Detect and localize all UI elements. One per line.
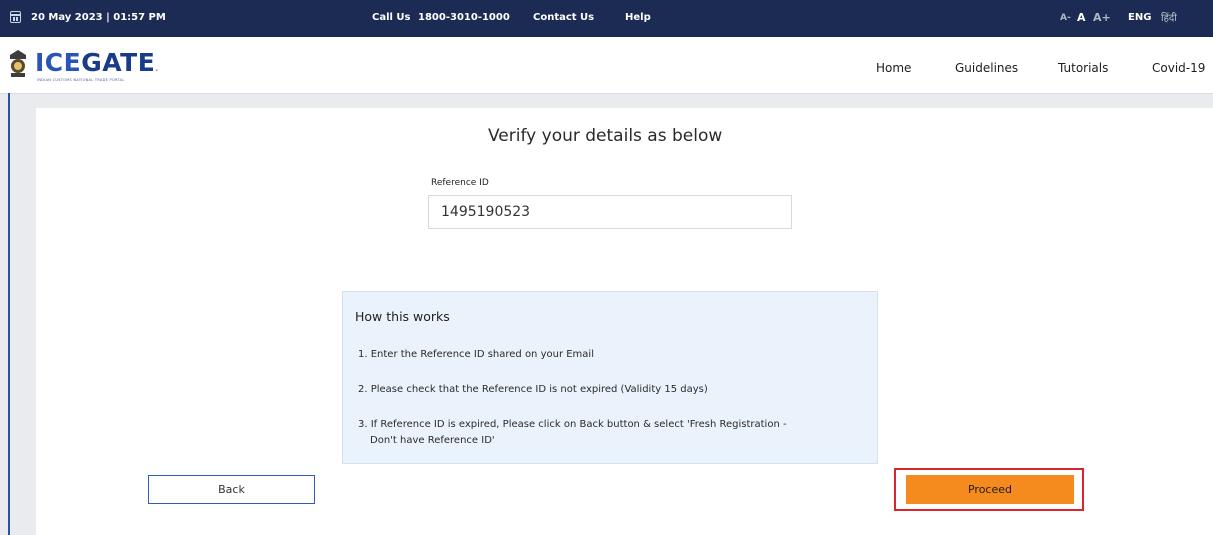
logo-gate-text: GATE [81, 48, 156, 77]
emblem-icon [10, 50, 26, 77]
site-header: ICEGATE. INDIAN CUSTOMS NATIONAL TRADE P… [0, 37, 1213, 94]
font-normal-button[interactable]: A [1077, 11, 1086, 24]
info-step-1: 1. Enter the Reference ID shared on your… [358, 349, 594, 360]
page-title: Verify your details as below [488, 126, 723, 146]
logo-ice-text: ICE [35, 48, 82, 77]
how-this-works-title: How this works [355, 309, 450, 324]
proceed-button[interactable]: Proceed [906, 475, 1074, 504]
reference-id-input[interactable]: 1495190523 [428, 195, 792, 229]
nav-guidelines[interactable]: Guidelines [955, 61, 1018, 75]
calendar-icon [10, 11, 21, 23]
logo-tagline: INDIAN CUSTOMS NATIONAL TRADE PORTAL [37, 78, 125, 82]
left-accent-line [8, 93, 10, 535]
nav-covid-19[interactable]: Covid-19 [1152, 61, 1205, 75]
nav-home[interactable]: Home [876, 61, 911, 75]
lang-hindi-button[interactable]: हिंदी [1161, 10, 1177, 24]
help-link[interactable]: Help [625, 12, 651, 23]
lang-eng-button[interactable]: ENG [1128, 12, 1151, 23]
info-step-3: 3. If Reference ID is expired, Please cl… [358, 419, 787, 430]
call-us-number[interactable]: 1800-3010-1000 [418, 12, 510, 23]
top-utility-bar: 20 May 2023 | 01:57 PM Call Us 1800-3010… [0, 0, 1213, 37]
info-step-2: 2. Please check that the Reference ID is… [358, 384, 708, 395]
font-decrease-button[interactable]: A- [1060, 13, 1071, 23]
contact-us-link[interactable]: Contact Us [533, 12, 594, 23]
date-time: 20 May 2023 | 01:57 PM [31, 12, 166, 23]
reference-id-label: Reference ID [431, 178, 489, 188]
logo-dot: . [155, 64, 159, 73]
call-us-label: Call Us [372, 12, 411, 23]
font-increase-button[interactable]: A+ [1093, 11, 1111, 24]
icegate-logo[interactable]: ICEGATE. [35, 50, 159, 81]
nav-tutorials[interactable]: Tutorials [1058, 61, 1108, 75]
back-button[interactable]: Back [148, 475, 315, 504]
info-step-3-continued: Don't have Reference ID' [370, 435, 495, 446]
